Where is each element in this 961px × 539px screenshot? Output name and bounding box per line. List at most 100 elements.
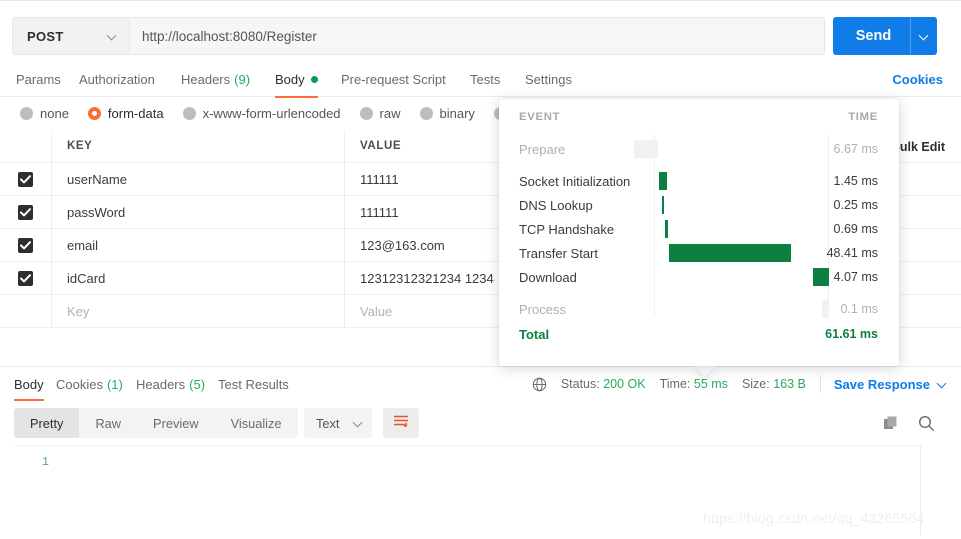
body-type-raw[interactable]: raw (359, 106, 401, 121)
tab-pre-request-script[interactable]: Pre-request Script (341, 62, 446, 97)
status-value: 200 OK (603, 377, 646, 391)
view-mode-pretty[interactable]: Pretty (14, 408, 80, 438)
timing-bar (634, 140, 658, 158)
timing-row-download: Download 4.07 ms (499, 265, 899, 289)
timing-bar (662, 196, 664, 214)
body-type-none[interactable]: none (20, 106, 69, 121)
tab-authorization[interactable]: Authorization (79, 62, 155, 97)
send-button[interactable]: Send (833, 17, 937, 55)
timing-row-socket-initialization: Socket Initialization 1.45 ms (499, 169, 899, 193)
response-meta-bar: Status: 200 OK Time: 55 ms Size: 163 B S… (532, 367, 947, 401)
tab-headers[interactable]: Headers (9) (181, 62, 250, 97)
url-input[interactable]: http://localhost:8080/Register (129, 17, 825, 55)
tab-body[interactable]: Body (275, 62, 318, 98)
wrap-lines-button[interactable] (383, 408, 419, 438)
response-tab-headers[interactable]: Headers (5) (136, 367, 205, 401)
timing-row-prepare: Prepare 6.67 ms (499, 137, 899, 161)
http-method-dropdown[interactable]: POST (12, 17, 129, 55)
timing-row-process: Process 0.1 ms (499, 297, 899, 321)
new-key-input[interactable]: Key (67, 304, 89, 319)
radio-label: binary (439, 106, 475, 121)
format-dropdown[interactable]: Text (304, 408, 372, 438)
send-options-chevron-icon[interactable] (911, 32, 937, 41)
save-response-label: Save Response (833, 376, 930, 392)
row-key[interactable]: idCard (67, 271, 105, 286)
postman-app: POST http://localhost:8080/Register Send… (0, 0, 961, 539)
radio-label: form-data (107, 106, 164, 121)
view-mode-preview[interactable]: Preview (137, 408, 215, 438)
timing-row-label: Socket Initialization (519, 173, 631, 189)
body-type-urlencoded[interactable]: x-www-form-urlencoded (182, 106, 341, 121)
column-header-value: VALUE (360, 140, 402, 152)
status-info: Status: 200 OK (561, 377, 646, 391)
radio-label: none (40, 106, 69, 121)
radio-label: x-www-form-urlencoded (202, 106, 341, 121)
radio-icon (359, 107, 373, 120)
radio-icon (182, 107, 196, 120)
tab-settings[interactable]: Settings (525, 62, 572, 97)
cookies-link[interactable]: Cookies (892, 62, 943, 97)
radio-label: raw (379, 106, 401, 121)
url-bar-row: POST http://localhost:8080/Register Send (0, 0, 961, 62)
timing-row-label: Transfer Start (519, 245, 598, 261)
chevron-down-icon (354, 419, 363, 428)
timing-total-row: Total 61.61 ms (499, 327, 899, 349)
send-button-label: Send (855, 28, 892, 44)
response-action-icons (883, 408, 935, 438)
timing-bar (665, 220, 668, 238)
row-key[interactable]: userName (67, 172, 127, 187)
tab-label: Tests (470, 72, 501, 87)
search-icon[interactable] (918, 415, 935, 432)
row-value[interactable]: 12312312321234 1234 (360, 271, 494, 286)
tab-tests[interactable]: Tests (470, 62, 500, 97)
timing-row-time: 6.67 ms (833, 142, 878, 156)
tab-params[interactable]: Params (16, 62, 61, 97)
timing-row-label: Prepare (519, 141, 566, 157)
row-checkbox[interactable] (18, 237, 33, 253)
column-header-key: KEY (67, 140, 93, 152)
response-tab-test-results[interactable]: Test Results (218, 367, 289, 401)
body-type-binary[interactable]: binary (419, 106, 475, 121)
popup-header-time: TIME (848, 111, 878, 123)
time-value: 55 ms (693, 377, 728, 391)
row-checkbox[interactable] (18, 270, 33, 286)
body-type-form-data[interactable]: form-data (87, 106, 164, 121)
row-value[interactable]: 123@163.com (360, 238, 445, 253)
body-modified-dot-icon (310, 76, 318, 83)
popup-arrow (694, 366, 716, 376)
response-tab-body[interactable]: Body (14, 367, 44, 401)
row-value[interactable]: 111111 (360, 172, 399, 187)
size-label: Size: (741, 377, 770, 391)
row-key[interactable]: passWord (67, 205, 125, 220)
tab-label: Authorization (79, 72, 155, 87)
new-value-input[interactable]: Value (360, 304, 392, 319)
row-checkbox[interactable] (18, 171, 33, 187)
tab-label: Test Results (218, 376, 289, 392)
tab-label: Settings (525, 72, 572, 87)
timing-row-transfer-start: Transfer Start 48.41 ms (499, 241, 899, 265)
request-timing-popup: EVENT TIME Prepare 6.67 ms Socket Initia… (499, 99, 899, 366)
radio-icon (419, 107, 433, 120)
response-tab-cookies[interactable]: Cookies (1) (56, 367, 123, 401)
popup-header-event: EVENT (519, 111, 561, 123)
row-key[interactable]: email (67, 238, 98, 253)
timing-bar (659, 172, 667, 190)
tab-label: Body (14, 376, 44, 392)
radio-icon (20, 107, 33, 120)
format-label: Text (316, 415, 340, 431)
timing-row-time: 1.45 ms (833, 174, 878, 188)
row-value[interactable]: 111111 (360, 205, 399, 220)
save-response-button[interactable]: Save Response (834, 377, 947, 392)
tab-label: Body (275, 72, 305, 87)
timing-row-dns-lookup: DNS Lookup 0.25 ms (499, 193, 899, 217)
meta-divider (819, 375, 821, 393)
cookies-count: (1) (106, 376, 123, 392)
timing-row-label: DNS Lookup (519, 197, 593, 213)
request-tabs: Params Authorization Headers (9) Body Pr… (0, 62, 961, 98)
timing-row-time: 0.69 ms (833, 222, 878, 236)
row-checkbox[interactable] (18, 204, 33, 220)
view-mode-raw[interactable]: Raw (79, 408, 137, 438)
view-mode-visualize[interactable]: Visualize (215, 408, 298, 438)
copy-icon[interactable] (883, 415, 900, 432)
size-info: Size: 163 B (742, 377, 806, 391)
